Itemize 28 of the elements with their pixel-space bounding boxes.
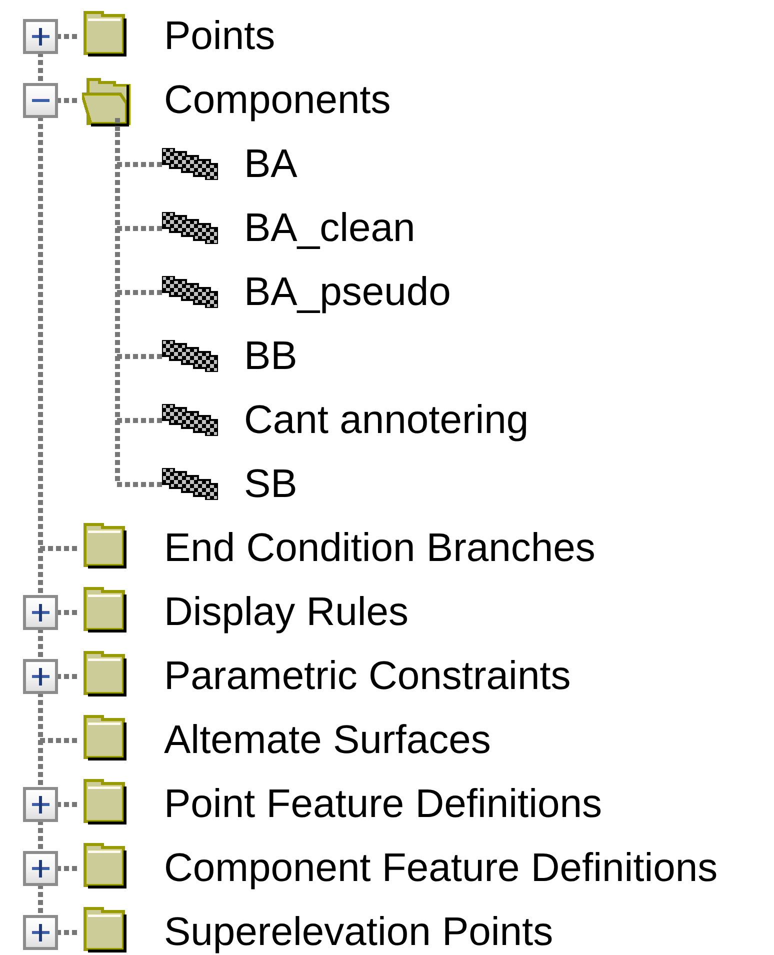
component-icon	[162, 468, 218, 500]
expander-icon[interactable]	[23, 851, 58, 886]
expander-icon[interactable]	[23, 659, 58, 694]
component-icon	[162, 340, 218, 372]
tree-item-label[interactable]: Display Rules	[164, 592, 409, 632]
tree-item-label[interactable]: Component Feature Definitions	[164, 848, 718, 888]
expander-icon[interactable]	[23, 19, 58, 54]
expander-icon[interactable]	[23, 787, 58, 822]
tree-item-label[interactable]: Altemate Surfaces	[164, 720, 491, 760]
tree-item-label[interactable]: BA_pseudo	[244, 272, 451, 312]
tree-item-label[interactable]: Components	[164, 80, 391, 120]
component-icon	[162, 212, 218, 244]
tree-item-label[interactable]: Parametric Constraints	[164, 656, 571, 696]
expander-icon[interactable]	[23, 595, 58, 630]
tree-item-label[interactable]: BB	[244, 336, 298, 376]
tree-item-label[interactable]: SB	[244, 464, 298, 504]
tree-item-label[interactable]: Point Feature Definitions	[164, 784, 602, 824]
tree-item-label[interactable]: Points	[164, 16, 276, 56]
component-icon	[162, 404, 218, 436]
tree-item-label[interactable]: BA	[244, 144, 298, 184]
component-icon	[162, 148, 218, 180]
component-icon	[162, 276, 218, 308]
tree-item-label[interactable]: Superelevation Points	[164, 912, 554, 952]
tree-item-label[interactable]: End Condition Branches	[164, 528, 596, 568]
tree-item-label[interactable]: Cant annotering	[244, 400, 529, 440]
expander-icon[interactable]	[23, 915, 58, 950]
expander-icon[interactable]	[23, 83, 58, 118]
tree-item-label[interactable]: BA_clean	[244, 208, 416, 248]
